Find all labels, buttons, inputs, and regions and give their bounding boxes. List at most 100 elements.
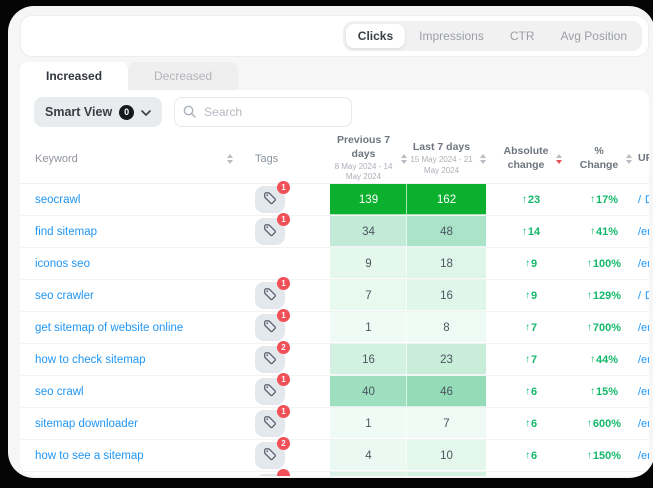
url-link[interactable]: /en xyxy=(638,226,649,238)
filter-bar: Smart View 0 xyxy=(20,90,649,134)
tag-count-badge: 1 xyxy=(277,373,290,386)
tag-button[interactable] xyxy=(255,474,285,476)
keyword-link[interactable]: sitemap downloader xyxy=(35,418,138,430)
url-link[interactable]: / xyxy=(638,290,641,302)
tag-button[interactable]: 2 xyxy=(255,346,285,373)
url-link[interactable]: /en xyxy=(638,354,649,366)
tab-decreased[interactable]: Decreased xyxy=(128,62,238,90)
table-row: find sitemap 1 34 48 ↑14 ↑41% /en xyxy=(20,216,649,248)
last-value: 162 xyxy=(437,194,456,206)
last-value: 8 xyxy=(443,322,449,334)
up-arrow-icon: ↑ xyxy=(525,354,530,365)
previous-value: 34 xyxy=(362,226,375,238)
tags-column-header: Tags xyxy=(255,153,278,165)
tag-icon xyxy=(263,383,277,400)
smart-view-label: Smart View xyxy=(45,105,112,119)
url-link[interactable]: /en xyxy=(638,418,649,430)
percent-change-value: 17% xyxy=(596,194,618,206)
url-link[interactable]: / xyxy=(638,194,641,206)
absolute-change-value: 9 xyxy=(531,290,537,302)
top-toolbar: Clicks Impressions CTR Avg Position xyxy=(20,15,649,57)
url-link[interactable]: /en xyxy=(638,386,649,398)
search-icon xyxy=(183,105,196,123)
keyword-link[interactable]: seocrawl xyxy=(35,194,80,206)
tag-button[interactable]: 1 xyxy=(255,314,285,341)
keyword-link[interactable]: find sitemap xyxy=(35,226,97,238)
up-arrow-icon: ↑ xyxy=(525,258,530,269)
sort-absolute-icon[interactable] xyxy=(556,154,562,164)
up-arrow-icon: ↑ xyxy=(590,194,595,205)
last-period-header: Last 7 days xyxy=(407,141,476,154)
search-box xyxy=(174,97,352,127)
keyword-link[interactable]: seo crawler xyxy=(35,290,94,302)
external-link-icon xyxy=(645,289,649,303)
last-value: 46 xyxy=(440,386,453,398)
tag-count-badge: 2 xyxy=(277,341,290,354)
last-period-dates: 15 May 2024 - 21 May 2024 xyxy=(407,155,476,176)
tag-icon xyxy=(263,351,277,368)
metric-tab-avg-position[interactable]: Avg Position xyxy=(549,24,640,48)
tag-button[interactable]: 1 xyxy=(255,378,285,405)
url-column-header: URL xyxy=(638,152,649,165)
table-row: how to see a sitemap 2 4 10 ↑6 ↑150% /en xyxy=(20,440,649,472)
tag-count-badge: 1 xyxy=(277,181,290,194)
up-arrow-icon: ↑ xyxy=(525,290,530,301)
tag-button[interactable]: 1 xyxy=(255,186,285,213)
absolute-change-header: Absolute change xyxy=(500,145,552,171)
chevron-down-icon xyxy=(141,105,151,119)
smart-view-count-badge: 0 xyxy=(119,105,134,120)
percent-change-header: % Change xyxy=(576,145,622,171)
up-arrow-icon: ↑ xyxy=(590,226,595,237)
main-card: Clicks Impressions CTR Avg Position Incr… xyxy=(8,6,653,478)
previous-value: 4 xyxy=(365,450,371,462)
url-link[interactable]: /em xyxy=(638,258,649,270)
last-value: 16 xyxy=(440,290,453,302)
tag-icon xyxy=(263,447,277,464)
table-row: ↑ ↑ xyxy=(20,472,649,476)
last-value: 7 xyxy=(443,418,449,430)
up-arrow-icon: ↑ xyxy=(522,194,527,205)
keyword-link[interactable]: how to check sitemap xyxy=(35,354,146,366)
keyword-link[interactable]: get sitemap of website online xyxy=(35,322,183,334)
tag-count-badge: 2 xyxy=(277,437,290,450)
tab-increased[interactable]: Increased xyxy=(20,62,128,90)
last-value: 10 xyxy=(440,450,453,462)
table-row: sitemap downloader 1 1 7 ↑6 ↑600% /en xyxy=(20,408,649,440)
absolute-change-value: 6 xyxy=(531,418,537,430)
smart-view-dropdown[interactable]: Smart View 0 xyxy=(34,97,162,127)
previous-value: 139 xyxy=(359,194,378,206)
tag-button[interactable]: 2 xyxy=(255,442,285,469)
up-arrow-icon: ↑ xyxy=(525,322,530,333)
trend-tabbar: Increased Decreased xyxy=(20,62,653,90)
tag-icon xyxy=(263,223,277,240)
tag-icon xyxy=(263,191,277,208)
percent-change-value: 44% xyxy=(596,354,618,366)
url-link[interactable]: /en xyxy=(638,450,649,462)
keyword-link[interactable]: iconos seo xyxy=(35,258,90,270)
tag-button[interactable]: 1 xyxy=(255,218,285,245)
previous-value: 16 xyxy=(362,354,375,366)
percent-change-value: 700% xyxy=(593,322,621,334)
absolute-change-value: 9 xyxy=(531,258,537,270)
metric-tab-impressions[interactable]: Impressions xyxy=(407,24,496,48)
table-row: how to check sitemap 2 16 23 ↑7 ↑44% /en xyxy=(20,344,649,376)
sort-keyword-icon[interactable] xyxy=(227,154,233,164)
keyword-link[interactable]: how to see a sitemap xyxy=(35,450,144,462)
tag-button[interactable]: 1 xyxy=(255,282,285,309)
tag-button[interactable]: 1 xyxy=(255,410,285,437)
tab-content-card: Smart View 0 Keyword xyxy=(20,90,649,476)
keyword-link[interactable]: seo crawl xyxy=(35,386,84,398)
metric-tab-clicks[interactable]: Clicks xyxy=(346,24,405,48)
up-arrow-icon: ↑ xyxy=(587,290,592,301)
previous-value: 1 xyxy=(365,322,371,334)
metric-tab-ctr[interactable]: CTR xyxy=(498,24,547,48)
tag-icon xyxy=(263,287,277,304)
search-input[interactable] xyxy=(174,97,352,127)
percent-change-value: 150% xyxy=(593,450,621,462)
table-row: iconos seo 9 18 ↑9 ↑100% /em xyxy=(20,248,649,280)
up-arrow-icon: ↑ xyxy=(525,418,530,429)
url-link[interactable]: /en xyxy=(638,322,649,334)
absolute-change-value: 7 xyxy=(531,354,537,366)
previous-value: 9 xyxy=(365,258,371,270)
table-header: Keyword Tags Previous 7 days 8 May 2024 … xyxy=(20,134,649,184)
